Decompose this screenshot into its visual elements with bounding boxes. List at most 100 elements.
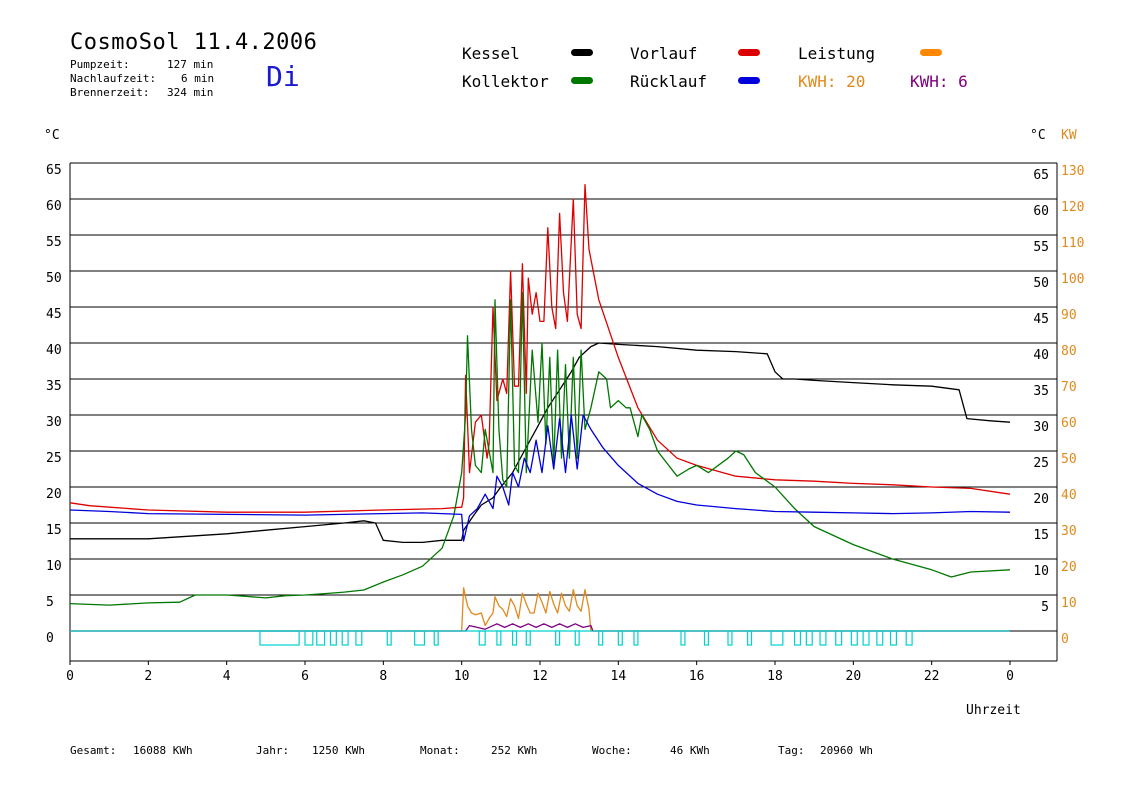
y-tick-left-10: 10 <box>46 559 62 574</box>
y2-tick-60: 60 <box>1061 416 1077 431</box>
pump-pulse-2 <box>316 630 326 646</box>
pump-pulse-6 <box>386 630 392 646</box>
y-tick-right-60: 60 <box>1033 204 1049 219</box>
pump-pulse-28 <box>862 630 870 646</box>
pump-pulse-25 <box>819 630 827 646</box>
pump-pulse-5 <box>355 630 363 646</box>
footer-gesamt-value: 16088 KWh <box>133 744 193 757</box>
x-tick-0: 0 <box>66 669 74 684</box>
x-tick-4: 8 <box>379 669 387 684</box>
y-tick-left-40: 40 <box>46 343 62 358</box>
y2-tick-90: 90 <box>1061 308 1077 323</box>
pump-pulse-22 <box>770 630 784 646</box>
y-tick-right-45: 45 <box>1033 312 1049 327</box>
y-tick-right-15: 15 <box>1033 528 1049 543</box>
footer-monat-value: 252 KWh <box>491 744 538 757</box>
pump-pulse-1 <box>304 630 314 646</box>
y-tick-left-25: 25 <box>46 451 62 466</box>
y2-tick-120: 120 <box>1061 200 1084 215</box>
y2-tick-40: 40 <box>1061 488 1077 503</box>
y-tick-left-5: 5 <box>46 595 54 610</box>
series-r-cklauf <box>69 414 1011 542</box>
pump-pulse-11 <box>511 630 518 646</box>
pump-pulse-12 <box>525 630 531 646</box>
y-tick-left-60: 60 <box>46 199 62 214</box>
series-leistung <box>70 587 1010 632</box>
x-tick-5: 10 <box>454 669 470 684</box>
y2-tick-130: 130 <box>1061 164 1084 179</box>
x-tick-2: 4 <box>223 669 231 684</box>
y2-tick-50: 50 <box>1061 452 1077 467</box>
y2-tick-10: 10 <box>1061 596 1077 611</box>
footer-jahr-value: 1250 KWh <box>312 744 365 757</box>
y-tick-right-20: 20 <box>1033 492 1049 507</box>
x-tick-9: 18 <box>767 669 783 684</box>
series-kwh-verlauf <box>70 623 1010 632</box>
footer-tag-value: 20960 Wh <box>820 744 873 757</box>
x-tick-8: 16 <box>689 669 705 684</box>
y2-tick-100: 100 <box>1061 272 1084 287</box>
pump-pulse-8 <box>433 630 439 646</box>
y-tick-left-50: 50 <box>46 271 62 286</box>
pump-pulse-14 <box>574 630 580 646</box>
x-tick-11: 22 <box>924 669 940 684</box>
pump-pulse-31 <box>905 630 913 646</box>
y-tick-left-20: 20 <box>46 487 62 502</box>
pump-pulse-24 <box>805 630 813 646</box>
footer-gesamt-label: Gesamt: <box>70 744 117 757</box>
y-tick-left-45: 45 <box>46 307 62 322</box>
temperature-chart: 0510152025303540455055606551015202530354… <box>44 128 1084 718</box>
x-tick-3: 6 <box>301 669 309 684</box>
pump-pulse-9 <box>478 630 486 646</box>
pump-pulse-10 <box>496 630 502 646</box>
pump-pulse-7 <box>414 630 426 646</box>
pump-pulse-15 <box>598 630 604 646</box>
y-tick-right-25: 25 <box>1033 456 1049 471</box>
y-tick-right-30: 30 <box>1033 420 1049 435</box>
y-tick-left-55: 55 <box>46 235 62 250</box>
y-tick-left-30: 30 <box>46 415 62 430</box>
y-axis-label-right-power: KW <box>1061 128 1077 143</box>
footer-woche-value: 46 KWh <box>670 744 710 757</box>
x-axis-label: Uhrzeit <box>966 703 1021 718</box>
pump-pulse-20 <box>727 630 733 646</box>
y-tick-right-5: 5 <box>1041 600 1049 615</box>
x-tick-10: 20 <box>846 669 862 684</box>
pump-pulse-30 <box>889 630 898 646</box>
y-tick-right-65: 65 <box>1033 168 1049 183</box>
series-pumpe <box>70 630 1010 646</box>
pump-pulse-23 <box>793 630 802 646</box>
y-tick-left-35: 35 <box>46 379 62 394</box>
y-tick-right-40: 40 <box>1033 348 1049 363</box>
pump-pulse-21 <box>746 630 753 646</box>
y-tick-right-55: 55 <box>1033 240 1049 255</box>
y-tick-left-65: 65 <box>46 163 62 178</box>
y2-tick-0: 0 <box>1061 632 1069 647</box>
pump-pulse-0 <box>259 630 300 646</box>
pump-pulse-18 <box>680 630 686 646</box>
pump-pulse-19 <box>703 630 710 646</box>
y-axis-label-left: °C <box>44 128 60 143</box>
x-tick-6: 12 <box>532 669 548 684</box>
y-tick-right-50: 50 <box>1033 276 1049 291</box>
x-tick-1: 2 <box>144 669 152 684</box>
pump-pulse-3 <box>329 630 337 646</box>
y2-tick-20: 20 <box>1061 560 1077 575</box>
y-axis-label-right-temp: °C <box>1030 128 1046 143</box>
footer-tag-label: Tag: <box>778 744 805 757</box>
y2-tick-30: 30 <box>1061 524 1077 539</box>
footer-monat-label: Monat: <box>420 744 460 757</box>
y-tick-right-35: 35 <box>1033 384 1049 399</box>
y2-tick-80: 80 <box>1061 344 1077 359</box>
footer-woche-label: Woche: <box>592 744 632 757</box>
series-kollektor <box>69 291 1011 606</box>
y-tick-left-15: 15 <box>46 523 62 538</box>
pump-pulse-13 <box>555 630 561 646</box>
pump-pulse-17 <box>633 630 639 646</box>
footer-jahr-label: Jahr: <box>256 744 290 757</box>
pump-pulse-26 <box>835 630 843 646</box>
y-tick-right-10: 10 <box>1033 564 1049 579</box>
x-tick-12: 0 <box>1006 669 1014 684</box>
pump-pulse-4 <box>341 630 349 646</box>
y2-tick-110: 110 <box>1061 236 1084 251</box>
